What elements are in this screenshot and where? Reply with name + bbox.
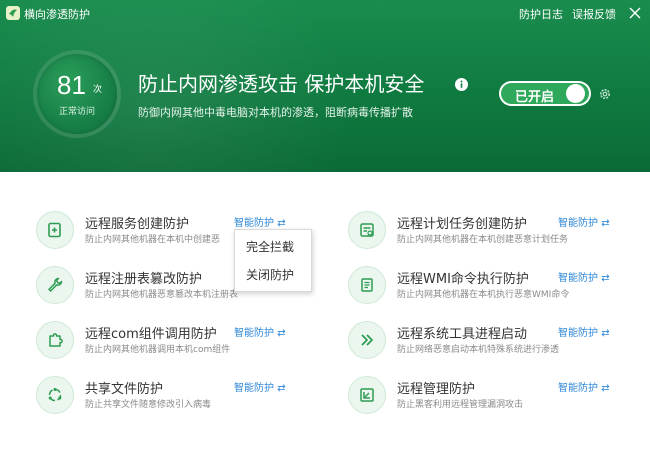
- item-remote-com: 远程com组件调用防护 防止内网其他机器调用本机com组件 智能防护 ⇄: [36, 321, 336, 365]
- item-desc: 防止网络恶意启动本机特殊系统进行渗透: [397, 345, 560, 355]
- item-remote-system-tools: 远程系统工具进程启动 防止网络恶意启动本机特殊系统进行渗透 智能防护 ⇄: [348, 321, 648, 365]
- menu-item-full-block[interactable]: 完全拦截: [235, 233, 311, 261]
- mode-switch-link[interactable]: 智能防护 ⇄: [558, 269, 610, 284]
- close-button[interactable]: [624, 2, 646, 24]
- item-shared-files: 共享文件防护 防止共享文件随意修改引入病毒 智能防护 ⇄: [36, 376, 336, 420]
- wmi-icon: [348, 266, 386, 304]
- swap-arrows-icon: ⇄: [601, 383, 610, 394]
- swap-arrows-icon: ⇄: [601, 218, 610, 229]
- false-report-link[interactable]: 误报反馈: [572, 6, 616, 22]
- service-plus-icon: [36, 211, 74, 249]
- access-count-label: 正常访问: [58, 107, 95, 117]
- item-title: 共享文件防护: [85, 382, 164, 397]
- toggle-label: 已开启: [515, 90, 555, 105]
- info-icon[interactable]: [455, 76, 468, 91]
- app-title: 横向渗透防护: [24, 8, 90, 21]
- protection-toggle[interactable]: 已开启: [499, 81, 591, 106]
- item-title: 远程管理防护: [397, 382, 476, 397]
- mode-label: 智能防护: [234, 218, 274, 229]
- item-title: 远程WMI命令执行防护: [397, 272, 529, 287]
- item-desc: 防止黑客利用远程管理漏洞攻击: [397, 400, 524, 410]
- swap-arrows-icon: ⇄: [601, 273, 610, 284]
- swap-arrows-icon: ⇄: [277, 328, 286, 339]
- mode-label: 智能防护: [558, 273, 598, 284]
- protection-log-link[interactable]: 防护日志: [519, 6, 563, 22]
- mode-label: 智能防护: [558, 218, 598, 229]
- item-desc: 防止内网其他机器在本机中创建恶: [85, 235, 221, 245]
- toggle-track: 已开启: [501, 83, 589, 105]
- mode-switch-link[interactable]: 智能防护 ⇄: [234, 379, 286, 394]
- access-count-value: 81: [57, 70, 86, 100]
- mode-switch-link[interactable]: 智能防护 ⇄: [558, 214, 610, 229]
- item-remote-wmi: 远程WMI命令执行防护 防止内网其他机器在本机执行恶意WMI命令 智能防护 ⇄: [348, 266, 648, 310]
- page-title: 防止内网渗透攻击 保护本机安全: [138, 72, 425, 96]
- access-count-unit: 次: [93, 85, 103, 95]
- share-icon: [36, 376, 74, 414]
- item-remote-task: 远程计划任务创建防护 防止内网其他机器在本机创建恶意计划任务 智能防护 ⇄: [348, 211, 648, 255]
- item-title: 远程系统工具进程启动: [397, 327, 528, 342]
- remote-icon: [348, 376, 386, 414]
- swap-arrows-icon: ⇄: [277, 383, 286, 394]
- close-icon: [629, 7, 641, 19]
- item-title: 远程com组件调用防护: [85, 327, 217, 342]
- task-icon: [348, 211, 386, 249]
- mode-label: 智能防护: [234, 383, 274, 394]
- app-logo-icon: [6, 6, 20, 20]
- item-desc: 防止内网其他机器在本机执行恶意WMI命令: [397, 290, 570, 300]
- mode-label: 智能防护: [234, 328, 274, 339]
- mode-switch-link[interactable]: 智能防护 ⇄: [558, 324, 610, 339]
- puzzle-icon: [36, 321, 74, 359]
- mode-switch-link[interactable]: 智能防护 ⇄: [234, 324, 286, 339]
- item-desc: 防止共享文件随意修改引入病毒: [85, 400, 212, 410]
- tool-icon: [348, 321, 386, 359]
- swap-arrows-icon: ⇄: [601, 328, 610, 339]
- gear-icon[interactable]: [598, 86, 612, 100]
- menu-item-disable-protection[interactable]: 关闭防护: [235, 261, 311, 289]
- swap-arrows-icon: ⇄: [277, 218, 286, 229]
- header-banner: 横向渗透防护 防护日志 误报反馈 81 次 正常访问 防止内网渗透攻击 保护本机…: [0, 0, 650, 172]
- mode-switch-link[interactable]: 智能防护 ⇄: [234, 214, 286, 229]
- item-desc: 防止内网其他机器恶意篡改本机注册表: [85, 290, 239, 300]
- wrench-icon: [36, 266, 74, 304]
- item-title: 远程计划任务创建防护: [397, 217, 528, 232]
- mode-switch-link[interactable]: 智能防护 ⇄: [558, 379, 610, 394]
- toggle-knob: [566, 84, 585, 103]
- mode-dropdown-menu: 完全拦截 关闭防护: [234, 229, 312, 292]
- access-count-circle: 81 次 正常访问: [37, 54, 117, 134]
- item-desc: 防止内网其他机器在本机创建恶意计划任务: [397, 235, 569, 245]
- item-title: 远程服务创建防护: [85, 217, 190, 232]
- mode-label: 智能防护: [558, 383, 598, 394]
- item-title: 远程注册表篡改防护: [85, 272, 203, 287]
- item-desc: 防止内网其他机器调用本机com组件: [85, 345, 231, 355]
- mode-label: 智能防护: [558, 328, 598, 339]
- page-subtitle: 防御内网其他中毒电脑对本机的渗透，阻断病毒传播扩散: [138, 106, 413, 119]
- item-remote-management: 远程管理防护 防止黑客利用远程管理漏洞攻击 智能防护 ⇄: [348, 376, 648, 420]
- title-bar: 横向渗透防护 防护日志 误报反馈: [0, 0, 650, 26]
